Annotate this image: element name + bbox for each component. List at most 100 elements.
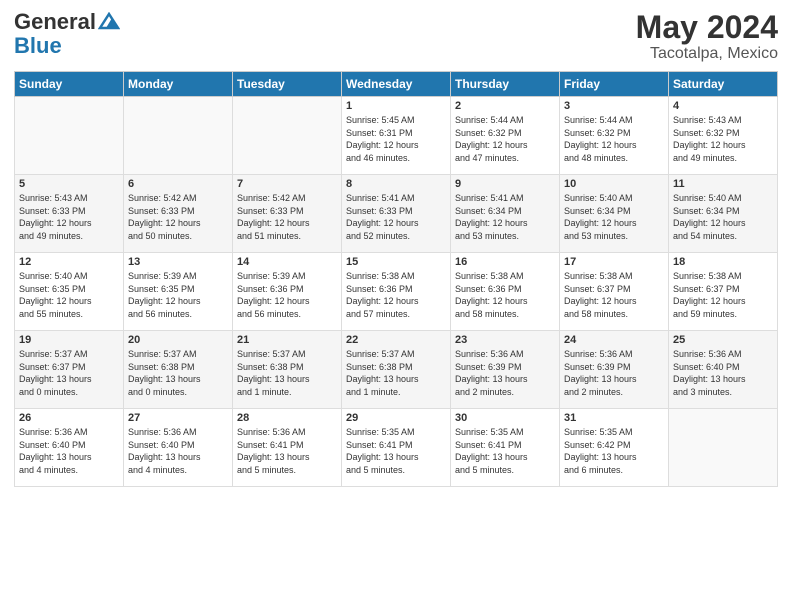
header: General Blue May 2024 Tacotalpa, Mexico [14, 10, 778, 63]
day-number: 26 [19, 412, 119, 424]
table-row: 6 Sunrise: 5:42 AM Sunset: 6:33 PM Daylig… [124, 175, 233, 253]
cell-info: Sunrise: 5:35 AM Sunset: 6:41 PM Dayligh… [455, 426, 555, 476]
day-number: 25 [673, 334, 773, 346]
table-row: 3Sunrise: 5:44 AM Sunset: 6:32 PM Daylig… [560, 97, 669, 175]
cell-info: Sunrise: 5:37 AM Sunset: 6:38 PM Dayligh… [128, 348, 228, 398]
cell-info: Sunrise: 5:38 AM Sunset: 6:37 PM Dayligh… [673, 270, 773, 320]
day-number: 30 [455, 412, 555, 424]
col-saturday: Saturday [669, 72, 778, 97]
col-monday: Monday [124, 72, 233, 97]
table-row: 11Sunrise: 5:40 AM Sunset: 6:34 PM Dayli… [669, 175, 778, 253]
table-row: 21 Sunrise: 5:37 AM Sunset: 6:38 PM Dayli… [233, 331, 342, 409]
cell-info: Sunrise: 5:44 AM Sunset: 6:32 PM Dayligh… [455, 114, 555, 164]
table-row: 31 Sunrise: 5:35 AM Sunset: 6:42 PM Dayli… [560, 409, 669, 487]
day-number: 12 [19, 256, 119, 268]
month-title: May 2024 [636, 10, 778, 45]
table-row: 30 Sunrise: 5:35 AM Sunset: 6:41 PM Dayli… [451, 409, 560, 487]
table-row: 18 Sunrise: 5:38 AM Sunset: 6:37 PM Dayli… [669, 253, 778, 331]
table-row: 16Sunrise: 5:38 AM Sunset: 6:36 PM Dayli… [451, 253, 560, 331]
table-row: 27Sunrise: 5:36 AM Sunset: 6:40 PM Dayli… [124, 409, 233, 487]
cell-info: Sunrise: 5:39 AM Sunset: 6:35 PM Dayligh… [128, 270, 228, 320]
cell-info: Sunrise: 5:36 AM Sunset: 6:41 PM Dayligh… [237, 426, 337, 476]
table-row: 14 Sunrise: 5:39 AM Sunset: 6:36 PM Dayli… [233, 253, 342, 331]
day-number: 6 [128, 178, 228, 190]
cell-info: Sunrise: 5:39 AM Sunset: 6:36 PM Dayligh… [237, 270, 337, 320]
cell-info: Sunrise: 5:42 AM Sunset: 6:33 PM Dayligh… [128, 192, 228, 242]
day-number: 5 [19, 178, 119, 190]
logo-icon [98, 12, 120, 30]
table-row: 12 Sunrise: 5:40 AM Sunset: 6:35 PM Dayli… [15, 253, 124, 331]
table-row [15, 97, 124, 175]
col-sunday: Sunday [15, 72, 124, 97]
cell-info: Sunrise: 5:37 AM Sunset: 6:38 PM Dayligh… [237, 348, 337, 398]
day-number: 10 [564, 178, 664, 190]
day-number: 19 [19, 334, 119, 346]
main-container: General Blue May 2024 Tacotalpa, Mexico … [0, 0, 792, 497]
table-row [233, 97, 342, 175]
table-row [669, 409, 778, 487]
day-number: 28 [237, 412, 337, 424]
day-number: 23 [455, 334, 555, 346]
logo-general: General [14, 10, 96, 34]
cell-info: Sunrise: 5:37 AM Sunset: 6:37 PM Dayligh… [19, 348, 119, 398]
cell-info: Sunrise: 5:43 AM Sunset: 6:32 PM Dayligh… [673, 114, 773, 164]
day-number: 17 [564, 256, 664, 268]
table-row: 13 Sunrise: 5:39 AM Sunset: 6:35 PM Dayli… [124, 253, 233, 331]
table-row: 19 Sunrise: 5:37 AM Sunset: 6:37 PM Dayli… [15, 331, 124, 409]
table-row: 8Sunrise: 5:41 AM Sunset: 6:33 PM Daylig… [342, 175, 451, 253]
table-row: 23Sunrise: 5:36 AM Sunset: 6:39 PM Dayli… [451, 331, 560, 409]
day-number: 13 [128, 256, 228, 268]
cell-info: Sunrise: 5:35 AM Sunset: 6:41 PM Dayligh… [346, 426, 446, 476]
day-number: 7 [237, 178, 337, 190]
table-row: 9 Sunrise: 5:41 AM Sunset: 6:34 PM Daylig… [451, 175, 560, 253]
day-number: 4 [673, 100, 773, 112]
table-row: 28 Sunrise: 5:36 AM Sunset: 6:41 PM Dayli… [233, 409, 342, 487]
header-row: Sunday Monday Tuesday Wednesday Thursday… [15, 72, 778, 97]
day-number: 27 [128, 412, 228, 424]
table-row: 26 Sunrise: 5:36 AM Sunset: 6:40 PM Dayli… [15, 409, 124, 487]
cell-info: Sunrise: 5:42 AM Sunset: 6:33 PM Dayligh… [237, 192, 337, 242]
day-number: 29 [346, 412, 446, 424]
cell-info: Sunrise: 5:36 AM Sunset: 6:39 PM Dayligh… [564, 348, 664, 398]
logo-blue: Blue [14, 34, 120, 58]
col-wednesday: Wednesday [342, 72, 451, 97]
table-row: 17 Sunrise: 5:38 AM Sunset: 6:37 PM Dayli… [560, 253, 669, 331]
day-number: 21 [237, 334, 337, 346]
cell-info: Sunrise: 5:41 AM Sunset: 6:33 PM Dayligh… [346, 192, 446, 242]
day-number: 1 [346, 100, 446, 112]
cell-info: Sunrise: 5:41 AM Sunset: 6:34 PM Dayligh… [455, 192, 555, 242]
table-row: 20 Sunrise: 5:37 AM Sunset: 6:38 PM Dayli… [124, 331, 233, 409]
location-title: Tacotalpa, Mexico [636, 45, 778, 63]
day-number: 14 [237, 256, 337, 268]
day-number: 31 [564, 412, 664, 424]
table-row: 24Sunrise: 5:36 AM Sunset: 6:39 PM Dayli… [560, 331, 669, 409]
cell-info: Sunrise: 5:40 AM Sunset: 6:35 PM Dayligh… [19, 270, 119, 320]
table-row [124, 97, 233, 175]
cell-info: Sunrise: 5:45 AM Sunset: 6:31 PM Dayligh… [346, 114, 446, 164]
cell-info: Sunrise: 5:43 AM Sunset: 6:33 PM Dayligh… [19, 192, 119, 242]
table-row: 15Sunrise: 5:38 AM Sunset: 6:36 PM Dayli… [342, 253, 451, 331]
table-row: 2Sunrise: 5:44 AM Sunset: 6:32 PM Daylig… [451, 97, 560, 175]
cell-info: Sunrise: 5:36 AM Sunset: 6:40 PM Dayligh… [19, 426, 119, 476]
day-number: 20 [128, 334, 228, 346]
table-row: 5 Sunrise: 5:43 AM Sunset: 6:33 PM Daylig… [15, 175, 124, 253]
logo: General Blue [14, 10, 120, 58]
col-thursday: Thursday [451, 72, 560, 97]
day-number: 15 [346, 256, 446, 268]
calendar-table: Sunday Monday Tuesday Wednesday Thursday… [14, 71, 778, 487]
day-number: 18 [673, 256, 773, 268]
cell-info: Sunrise: 5:38 AM Sunset: 6:36 PM Dayligh… [455, 270, 555, 320]
table-row: 1 Sunrise: 5:45 AM Sunset: 6:31 PM Daylig… [342, 97, 451, 175]
day-number: 22 [346, 334, 446, 346]
cell-info: Sunrise: 5:35 AM Sunset: 6:42 PM Dayligh… [564, 426, 664, 476]
cell-info: Sunrise: 5:44 AM Sunset: 6:32 PM Dayligh… [564, 114, 664, 164]
cell-info: Sunrise: 5:37 AM Sunset: 6:38 PM Dayligh… [346, 348, 446, 398]
day-number: 9 [455, 178, 555, 190]
table-row: 4 Sunrise: 5:43 AM Sunset: 6:32 PM Daylig… [669, 97, 778, 175]
cell-info: Sunrise: 5:36 AM Sunset: 6:40 PM Dayligh… [673, 348, 773, 398]
cell-info: Sunrise: 5:38 AM Sunset: 6:37 PM Dayligh… [564, 270, 664, 320]
table-row: 7 Sunrise: 5:42 AM Sunset: 6:33 PM Daylig… [233, 175, 342, 253]
table-row: 22 Sunrise: 5:37 AM Sunset: 6:38 PM Dayli… [342, 331, 451, 409]
title-block: May 2024 Tacotalpa, Mexico [636, 10, 778, 63]
col-friday: Friday [560, 72, 669, 97]
